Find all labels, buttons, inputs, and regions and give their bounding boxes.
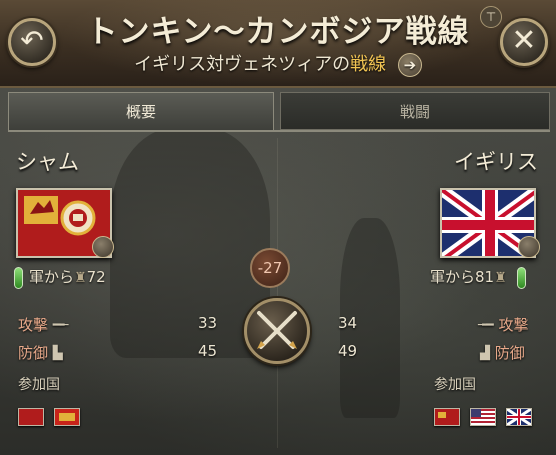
right-army-row: 軍から81♜ [430,266,527,289]
soldier-icon: ♜ [494,269,507,286]
right-side-name: イギリス [454,150,538,174]
tab-battles[interactable]: 戦闘 [280,92,550,130]
goto-front-button[interactable]: ➔ [397,53,422,77]
close-button[interactable]: ✕ [500,18,548,66]
right-defense-label: 防御 [494,344,525,362]
left-defense-label: 防御 [18,344,49,362]
uk-army-emblem-icon [518,236,540,258]
right-attack-value: 34 [338,314,358,332]
army-bar-icon [517,266,527,289]
right-defense-value: 49 [338,342,358,360]
participant-flag-right-1[interactable] [434,408,460,426]
left-participants-label: 参加国 [18,377,60,393]
participant-flag-left-2[interactable] [54,408,80,426]
right-participants-label: 参加国 [434,377,476,393]
right-attack-row: ╼━ 攻撃 [478,314,528,335]
participant-flag-right-1-art [438,412,446,418]
page-title: トンキン〜カンボジア戦線 [86,14,470,50]
center-divider [277,138,278,448]
soldier-icon: ♜ [74,269,87,286]
left-army-row: 軍から♜72 [14,266,106,289]
participant-flag-siam[interactable] [18,408,44,426]
left-army-label: 軍から [29,268,75,286]
rifle-icon: ━╾ [52,318,69,333]
front-overview-panel: 概要 戦闘 シャム 軍から♜72 攻撃 ━╾ 33 防御 ▙ 45 参加国 -2… [0,88,556,455]
tab-underline [8,130,550,132]
left-attack-row: 攻撃 ━╾ [18,314,68,335]
army-bar-icon [14,266,23,289]
tab-overview[interactable]: 概要 [8,92,274,130]
left-defense-row: 防御 ▙ [18,342,63,363]
participant-flag-uk[interactable] [506,407,532,427]
arrow-right-icon: ➔ [403,56,417,74]
left-side-name: シャム [16,150,79,174]
right-army-value: 81 [475,268,495,286]
battle-modifier-badge: -27 [250,248,290,288]
subtitle-prefix: イギリス対ヴェネツィアの [134,54,351,75]
left-attack-value: 33 [198,314,218,332]
window-header: ↶ トンキン〜カンボジア戦線 イギリス対ヴェネツィアの戦線 ➔ ⊤ ✕ [0,0,556,88]
crossed-sabres-icon [257,311,297,349]
participant-flag-usa[interactable] [470,408,496,426]
left-army-value: 72 [86,268,106,286]
left-attack-label: 攻撃 [18,316,49,334]
right-attack-label: 攻撃 [498,316,529,334]
fortification-icon: ▟ [480,346,490,361]
subtitle-highlight: 戦線 [350,54,387,75]
rifle-icon: ╼━ [478,318,494,333]
subtitle: イギリス対ヴェネツィアの戦線 ➔ [0,50,556,77]
right-defense-row: ▟ 防御 [480,342,525,363]
close-icon: ✕ [511,23,537,58]
uk-mini-flag-art [506,407,532,427]
right-army-label: 軍から [430,268,476,286]
fortification-icon: ▙ [52,346,63,361]
left-defense-value: 45 [198,342,218,360]
pin-icon[interactable]: ⊤ [480,6,502,28]
participant-flag-left-2-art [59,413,75,421]
siam-army-emblem-icon [92,236,114,258]
battle-medal[interactable] [244,298,310,364]
usa-flag-art [471,409,495,425]
